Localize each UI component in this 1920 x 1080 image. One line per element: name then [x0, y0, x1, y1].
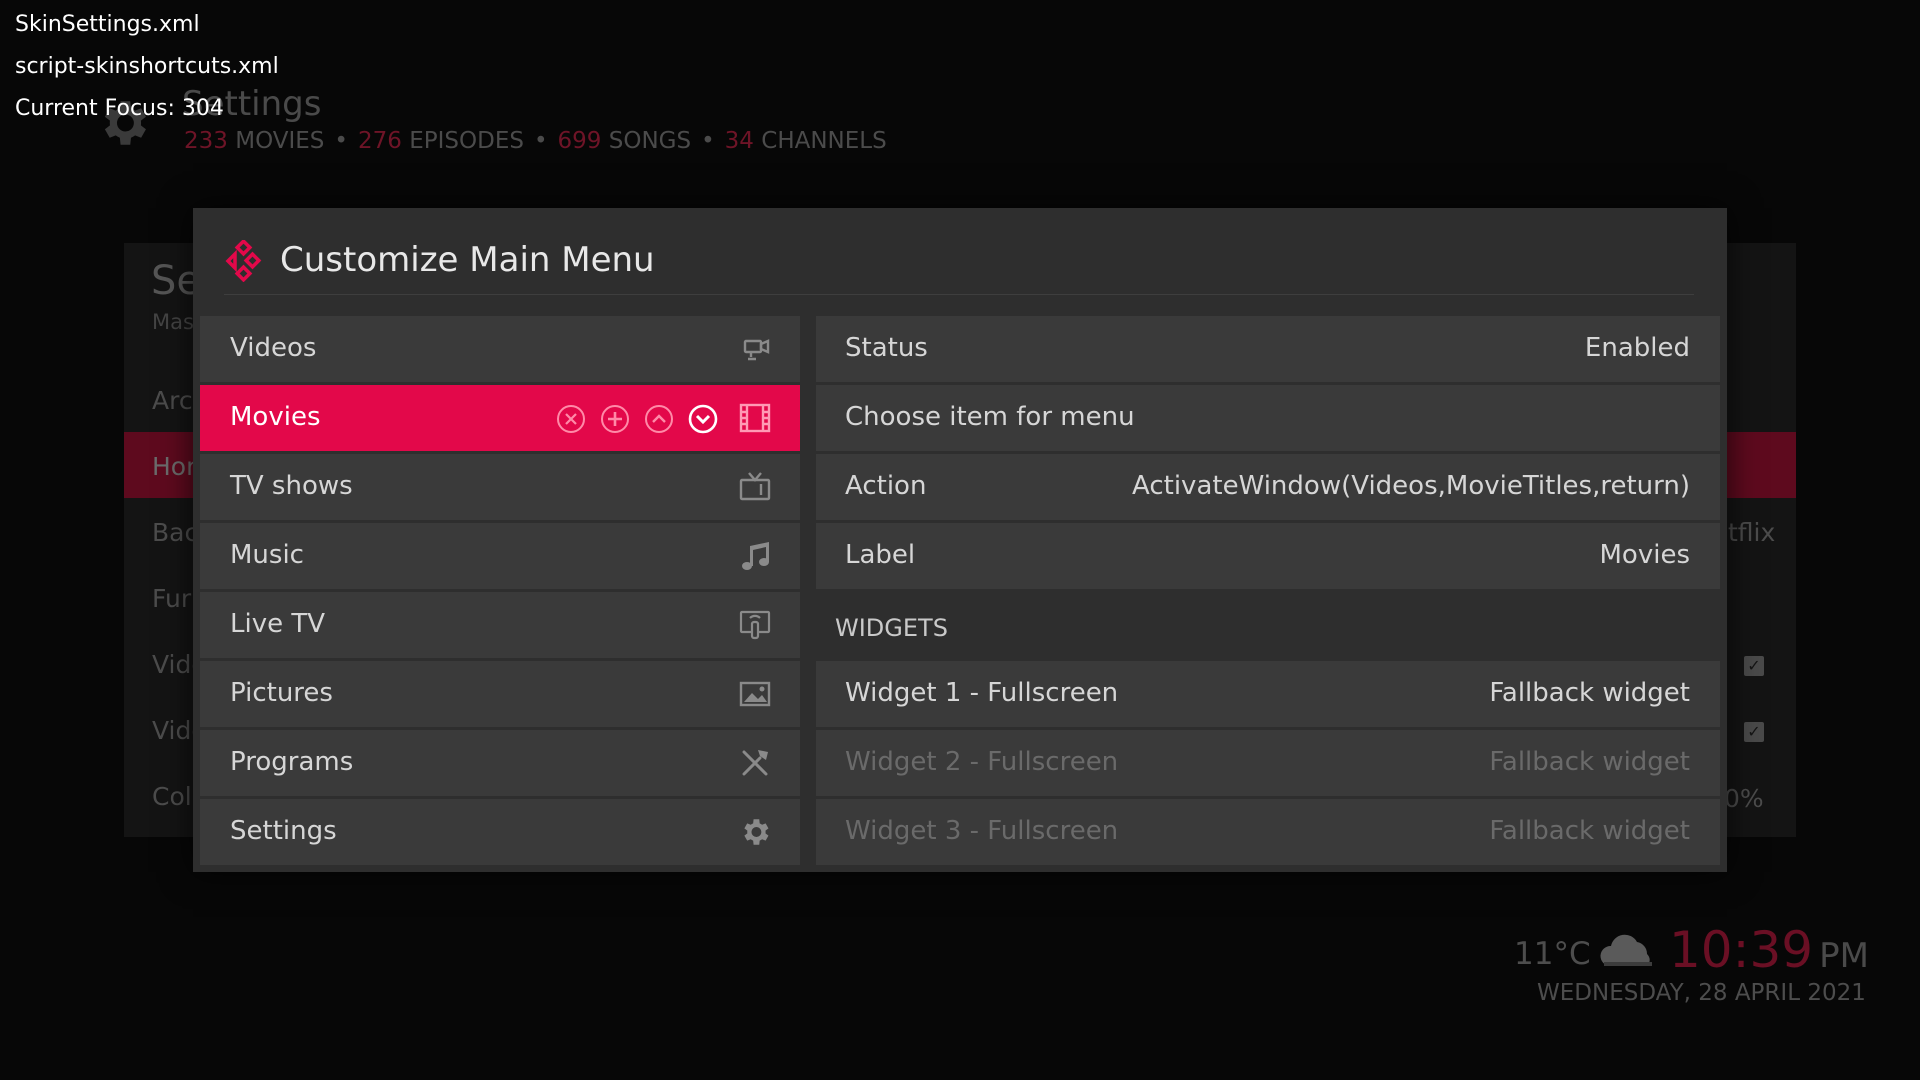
property-value: ActivateWindow(Videos,MovieTitles,return… [1132, 471, 1690, 501]
property-value: Enabled [1584, 333, 1690, 363]
music-note-icon [742, 542, 769, 570]
background-value: 0% [1724, 784, 1764, 813]
widget-1-row[interactable]: Widget 1 - Fullscreen Fallback widget [816, 661, 1720, 727]
background-value: tflix [1728, 518, 1776, 547]
film-strip-icon [739, 403, 771, 433]
background-list-item: Arc [152, 386, 193, 415]
menu-item-label: Videos [230, 333, 317, 363]
property-action[interactable]: Action ActivateWindow(Videos,MovieTitles… [816, 454, 1720, 520]
date: WEDNESDAY, 28 APRIL 2021 [1537, 980, 1866, 1006]
background-list-item: Fur [152, 584, 192, 613]
dialog-title: Customize Main Menu [280, 240, 655, 280]
menu-item-tv-shows[interactable]: TV shows [200, 454, 800, 520]
background-checkbox: ✓ [1744, 656, 1764, 676]
widget-label: Widget 3 - Fullscreen [845, 816, 1119, 846]
debug-shortcuts-file: script-skinshortcuts.xml [15, 54, 279, 79]
widget-label: Widget 1 - Fullscreen [845, 678, 1119, 708]
cloud-icon [1600, 934, 1652, 966]
menu-item-pictures[interactable]: Pictures [200, 661, 800, 727]
widget-2-row[interactable]: Widget 2 - Fullscreen Fallback widget [816, 730, 1720, 796]
clock-ampm: PM [1819, 936, 1869, 976]
channels-count: 34 [724, 128, 754, 154]
widget-value: Fallback widget [1489, 747, 1690, 777]
live-tv-icon [739, 610, 771, 640]
songs-count: 699 [557, 128, 602, 154]
background-list-item: Hor [152, 452, 197, 481]
background-checkbox: ✓ [1744, 722, 1764, 742]
move-down-icon[interactable] [687, 403, 719, 435]
menu-item-movies[interactable]: Movies [200, 385, 800, 451]
widget-value: Fallback widget [1489, 816, 1690, 846]
menu-item-programs[interactable]: Programs [200, 730, 800, 796]
menu-item-settings[interactable]: Settings [200, 799, 800, 865]
episodes-label: EPISODES [409, 128, 524, 154]
movies-count: 233 [184, 128, 228, 154]
debug-skin-settings-file: SkinSettings.xml [15, 12, 200, 37]
stats-separator: • [701, 128, 715, 154]
kodi-logo-icon [225, 240, 262, 282]
background-panel-subheading: Mas [152, 310, 194, 334]
movies-label: MOVIES [235, 128, 325, 154]
stats-separator: • [533, 128, 548, 154]
tools-icon [742, 750, 768, 776]
property-status[interactable]: Status Enabled [816, 316, 1720, 382]
clock: 10:39 PM [1669, 921, 1869, 979]
gear-icon [744, 819, 769, 845]
property-value: Movies [1599, 540, 1691, 570]
tv-icon [739, 472, 771, 501]
menu-item-label: Settings [230, 816, 337, 846]
property-label: Status [845, 333, 928, 363]
stats-separator: • [334, 128, 348, 154]
channels-label: CHANNELS [761, 128, 887, 154]
menu-item-label: TV shows [230, 471, 353, 501]
debug-current-focus: Current Focus: 304 [15, 96, 224, 121]
widget-value: Fallback widget [1489, 678, 1690, 708]
move-up-icon[interactable] [643, 403, 675, 435]
video-camera-icon [743, 339, 770, 361]
weather-temperature: 11°C [1514, 936, 1591, 972]
property-label-field[interactable]: Label Movies [816, 523, 1720, 589]
library-stats: 233 MOVIES • 276 EPISODES • 699 SONGS • 34 CHA… [184, 128, 887, 154]
widget-label: Widget 2 - Fullscreen [845, 747, 1119, 777]
menu-item-label: Pictures [230, 678, 333, 708]
menu-item-label: Music [230, 540, 304, 570]
property-label: Choose item for menu [845, 402, 1135, 432]
dialog-divider [224, 294, 1694, 295]
picture-icon [739, 681, 771, 707]
widget-3-row[interactable]: Widget 3 - Fullscreen Fallback widget [816, 799, 1720, 865]
menu-item-videos[interactable]: Videos [200, 316, 800, 382]
background-list-item: Bac [152, 518, 199, 547]
clock-time: 10:39 [1669, 921, 1814, 979]
property-label: Action [845, 471, 927, 501]
add-icon[interactable] [599, 403, 631, 435]
menu-item-music[interactable]: Music [200, 523, 800, 589]
widgets-section-header: WIDGETS [835, 614, 948, 642]
songs-label: SONGS [608, 128, 692, 154]
property-choose-item[interactable]: Choose item for menu [816, 385, 1720, 451]
delete-icon[interactable] [555, 403, 587, 435]
menu-item-live-tv[interactable]: Live TV [200, 592, 800, 658]
property-label: Label [845, 540, 916, 570]
episodes-count: 276 [358, 128, 402, 154]
menu-item-label: Movies [230, 402, 321, 432]
menu-item-label: Programs [230, 747, 354, 777]
background-list-item: Col [152, 782, 192, 811]
menu-item-label: Live TV [230, 609, 326, 639]
